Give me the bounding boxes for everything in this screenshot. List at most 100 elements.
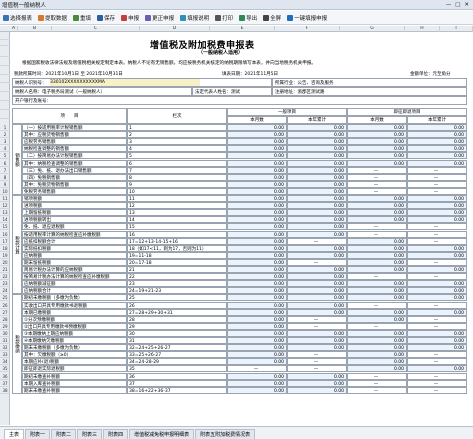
- toolbar-button-3[interactable]: 保存: [97, 14, 115, 22]
- row-value[interactable]: 0.00: [287, 379, 347, 387]
- toolbar-button-4[interactable]: 申报: [121, 14, 139, 22]
- row-value[interactable]: 0.00: [407, 159, 467, 167]
- row-value[interactable]: 0.00: [227, 329, 287, 337]
- row-number[interactable]: 34: [0, 358, 10, 366]
- row-value[interactable]: 0.00: [227, 145, 287, 153]
- row-number[interactable]: [0, 49, 10, 57]
- row-value[interactable]: 0.00: [347, 315, 407, 323]
- row-number[interactable]: 26: [0, 302, 10, 309]
- row-value[interactable]: 0.00: [227, 166, 287, 174]
- taxpayer-id-value[interactable]: 330102XXXXXXXXXXMA: [50, 79, 200, 86]
- toolbar-button-6[interactable]: 填报说明: [180, 14, 209, 22]
- row-value[interactable]: 0.00: [347, 131, 407, 139]
- column-letter[interactable]: A: [10, 26, 18, 32]
- row-value[interactable]: 0.00: [407, 251, 467, 259]
- row-value[interactable]: 0.00: [347, 152, 407, 160]
- row-value[interactable]: 0.00: [287, 152, 347, 160]
- row-value[interactable]: 0.00: [287, 344, 347, 352]
- row-value[interactable]: 0.00: [227, 301, 287, 309]
- row-number[interactable]: 11: [0, 195, 10, 203]
- row-value[interactable]: 0.00: [287, 251, 347, 259]
- row-value[interactable]: 0.00: [347, 202, 407, 210]
- row-number[interactable]: 4: [0, 145, 10, 153]
- row-value[interactable]: 0.00: [287, 202, 347, 210]
- row-value[interactable]: 0.00: [287, 294, 347, 302]
- sheet-tab[interactable]: 主表: [4, 429, 25, 439]
- row-number[interactable]: 19: [0, 252, 10, 259]
- row-number[interactable]: 20: [0, 259, 10, 266]
- row-value[interactable]: 0.00: [287, 280, 347, 288]
- row-value[interactable]: 0.00: [227, 344, 287, 352]
- toolbar-button-2[interactable]: 重填: [73, 14, 91, 22]
- row-value[interactable]: 0.00: [287, 173, 347, 181]
- row-value[interactable]: 0.00: [287, 337, 347, 345]
- column-letter[interactable]: H: [405, 26, 440, 32]
- sheet-tab[interactable]: 附表一: [25, 429, 51, 439]
- sheet-tab[interactable]: 附表四: [103, 429, 129, 439]
- row-number[interactable]: 33: [0, 351, 10, 359]
- row-value[interactable]: 0.00: [227, 351, 287, 359]
- row-value[interactable]: 0.00: [287, 209, 347, 217]
- toolbar-button-1[interactable]: 提取数据: [38, 14, 67, 22]
- row-value[interactable]: 0.00: [287, 180, 347, 188]
- row-number[interactable]: 10: [0, 188, 10, 195]
- row-value[interactable]: 0.00: [287, 124, 347, 132]
- row-number[interactable]: 21: [0, 266, 10, 274]
- row-value[interactable]: 0.00: [227, 216, 287, 224]
- row-value[interactable]: 0.00: [407, 152, 467, 160]
- row-value[interactable]: 0.00: [347, 329, 407, 337]
- row-number[interactable]: 36: [0, 373, 10, 380]
- row-value[interactable]: 0.00: [287, 145, 347, 153]
- row-value[interactable]: 0.00: [227, 180, 287, 188]
- row-value[interactable]: 0.00: [287, 301, 347, 309]
- row-value[interactable]: 0.00: [287, 244, 347, 252]
- row-value[interactable]: 0.00: [287, 287, 347, 295]
- row-value[interactable]: 0.00: [287, 223, 347, 231]
- row-value[interactable]: 0.00: [347, 280, 407, 288]
- row-value[interactable]: 0.00: [227, 386, 287, 394]
- row-value[interactable]: 0.00: [407, 308, 467, 316]
- column-letter[interactable]: G: [340, 26, 405, 32]
- sheet-tab[interactable]: 附表五附加税费情况表: [195, 429, 256, 439]
- column-letter[interactable]: E: [210, 26, 275, 32]
- row-value[interactable]: 0.00: [227, 195, 287, 203]
- row-value[interactable]: 0.00: [287, 131, 347, 139]
- row-value[interactable]: 0.00: [347, 287, 407, 295]
- row-number[interactable]: 13: [0, 209, 10, 217]
- column-letter[interactable]: I: [440, 26, 473, 32]
- row-value[interactable]: 0.00: [407, 337, 467, 345]
- row-value[interactable]: 0.00: [407, 145, 467, 153]
- row-value[interactable]: 0.00: [347, 244, 407, 252]
- row-number[interactable]: 35: [0, 365, 10, 373]
- row-number[interactable]: 32: [0, 344, 10, 352]
- row-number[interactable]: 14: [0, 216, 10, 224]
- row-value[interactable]: 0.00: [227, 124, 287, 132]
- row-number[interactable]: [0, 38, 10, 46]
- row-value[interactable]: 0.00: [227, 159, 287, 167]
- row-number[interactable]: 27: [0, 309, 10, 316]
- row-value[interactable]: 0.00: [287, 273, 347, 281]
- row-value[interactable]: 0.00: [407, 202, 467, 210]
- row-value[interactable]: 0.00: [227, 131, 287, 139]
- row-value[interactable]: 0.00: [347, 337, 407, 345]
- row-value[interactable]: 0.00: [287, 138, 347, 146]
- row-value[interactable]: 0.00: [227, 379, 287, 387]
- row-value[interactable]: 0.00: [227, 315, 287, 323]
- row-number[interactable]: 2: [0, 131, 10, 139]
- column-letter[interactable]: B: [18, 26, 52, 32]
- row-value[interactable]: 0.00: [347, 294, 407, 302]
- row-value[interactable]: 0.00: [287, 308, 347, 316]
- row-number[interactable]: 38: [0, 387, 10, 394]
- row-value[interactable]: 0.00: [227, 358, 287, 366]
- row-value[interactable]: 0.00: [287, 329, 347, 337]
- row-value[interactable]: 0.00: [227, 237, 287, 245]
- row-number[interactable]: 17: [0, 238, 10, 245]
- row-value[interactable]: 0.00: [227, 273, 287, 281]
- row-number[interactable]: 9: [0, 181, 10, 188]
- row-value[interactable]: 0.00: [227, 280, 287, 288]
- row-value[interactable]: 0.00: [227, 337, 287, 345]
- row-number[interactable]: [0, 58, 10, 66]
- row-value[interactable]: 0.00: [287, 195, 347, 203]
- row-value[interactable]: 0.00: [227, 230, 287, 238]
- row-value[interactable]: 0.00: [287, 372, 347, 380]
